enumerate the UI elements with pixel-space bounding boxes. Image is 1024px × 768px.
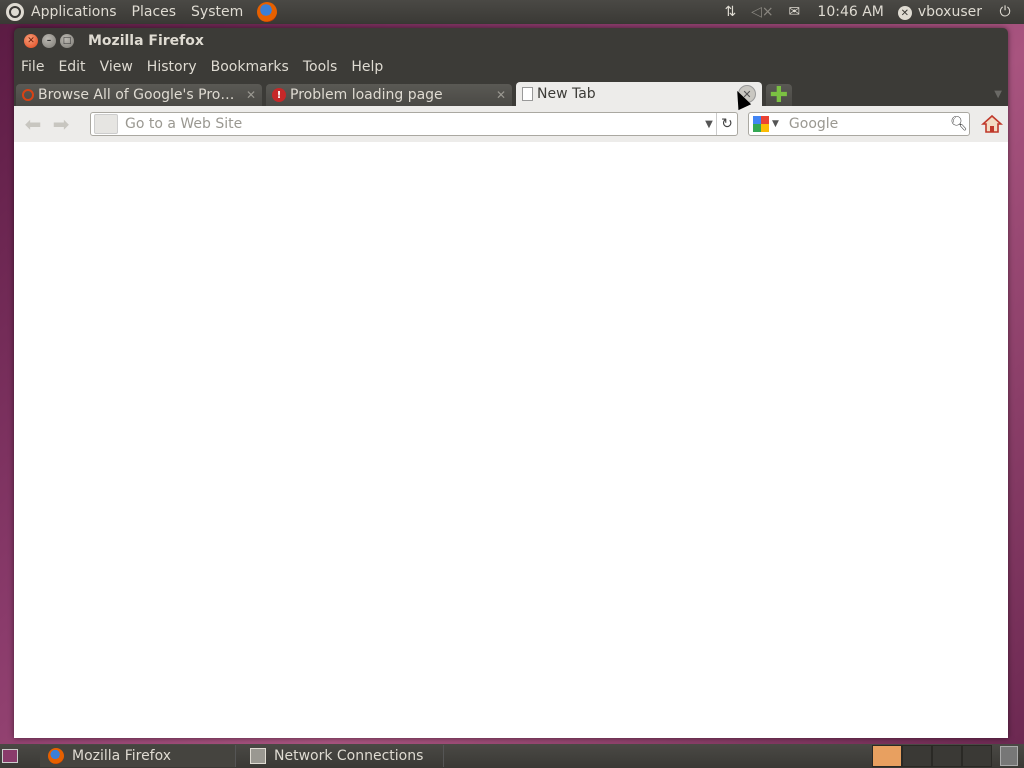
error-icon: ! [272,88,286,102]
places-menu[interactable]: Places [132,4,177,20]
menu-bookmarks[interactable]: Bookmarks [211,59,289,75]
user-status-icon: ✕ [897,6,912,21]
search-bar[interactable]: ▼ 🔍︎ [748,112,970,136]
taskbar-item-network-connections[interactable]: Network Connections [242,745,444,767]
tab-list-dropdown-icon[interactable]: ▼ [994,89,1002,100]
home-button[interactable] [980,112,1004,136]
taskbar-item-label: Network Connections [274,748,424,764]
network-connections-icon [250,748,266,764]
user-menu[interactable]: ✕ vboxuser [897,3,982,21]
workspace-3[interactable] [932,745,962,767]
taskbar-item-firefox[interactable]: Mozilla Firefox [40,745,236,767]
tab-problem-loading[interactable]: ! Problem loading page ✕ [266,84,512,106]
new-tab-button[interactable]: ✚ [766,83,792,108]
tab-label: Problem loading page [290,87,443,103]
blank-page-icon [522,87,533,101]
firefox-window: ✕ – □ Mozilla Firefox File Edit View His… [14,28,1008,738]
menu-edit[interactable]: Edit [58,59,85,75]
mail-icon[interactable]: ✉ [785,4,803,20]
tab-label: New Tab [537,86,596,102]
window-close-button[interactable]: ✕ [24,34,38,48]
menu-help[interactable]: Help [351,59,383,75]
volume-muted-icon[interactable]: ◁× [751,4,774,20]
menu-view[interactable]: View [100,59,133,75]
window-title: Mozilla Firefox [88,33,204,49]
network-arrows-icon[interactable]: ⇅ [721,4,739,20]
top-panel: Applications Places System ⇅ ◁× ✉ 10:46 … [0,0,1024,24]
menu-bar: File Edit View History Bookmarks Tools H… [14,54,1008,80]
taskbar-item-label: Mozilla Firefox [72,748,172,764]
forward-button[interactable]: ➡ [48,111,74,137]
page-content-blank[interactable] [14,142,1008,738]
workspace-2[interactable] [902,745,932,767]
trash-icon[interactable] [1000,746,1018,766]
url-history-dropdown-icon[interactable]: ▼ [702,119,716,130]
back-button[interactable]: ⬅ [20,111,46,137]
google-engine-icon[interactable] [753,116,769,132]
menu-file[interactable]: File [21,59,44,75]
window-maximize-button[interactable]: □ [60,34,74,48]
search-input[interactable] [786,115,949,133]
reload-button[interactable]: ↻ [716,113,737,135]
site-identity-icon[interactable] [94,114,118,134]
firefox-launcher-icon[interactable] [257,2,278,22]
username: vboxuser [917,3,982,20]
clock[interactable]: 10:46 AM [817,4,883,20]
url-bar[interactable]: ▼ ↻ [90,112,738,136]
system-menu[interactable]: System [191,4,243,20]
menu-tools[interactable]: Tools [303,59,338,75]
window-minimize-button[interactable]: – [42,34,56,48]
url-input[interactable] [123,115,702,133]
applications-menu[interactable]: Applications [31,4,117,20]
opera-circle-icon [22,89,34,101]
tab-strip: Browse All of Google's Pro… ✕ ! Problem … [14,80,1008,108]
workspace-4[interactable] [962,745,992,767]
tab-close-icon[interactable]: ✕ [246,88,256,102]
home-icon [981,114,1003,133]
tab-label: Browse All of Google's Pro… [38,87,235,103]
power-icon[interactable]: ⏻ [996,4,1014,20]
tab-new-tab[interactable]: New Tab ✕ [516,82,762,106]
bottom-panel: Mozilla Firefox Network Connections [0,744,1024,768]
search-engine-dropdown-icon[interactable]: ▼ [772,119,779,129]
search-icon[interactable]: 🔍︎ [949,116,969,132]
workspace-switcher [872,745,992,767]
navigation-toolbar: ⬅ ➡ ▼ ↻ ▼ 🔍︎ [14,106,1008,143]
tab-close-icon[interactable]: ✕ [496,88,506,102]
firefox-icon [48,748,64,764]
menu-history[interactable]: History [147,59,197,75]
tab-google-products[interactable]: Browse All of Google's Pro… ✕ [16,84,262,106]
show-desktop-icon[interactable] [2,749,18,763]
workspace-1[interactable] [872,745,902,767]
ubuntu-logo-icon[interactable] [6,3,24,21]
title-bar[interactable]: ✕ – □ Mozilla Firefox [14,28,1008,54]
system-tray: ⇅ ◁× ✉ 10:46 AM ✕ vboxuser ⏻ [721,4,1024,21]
